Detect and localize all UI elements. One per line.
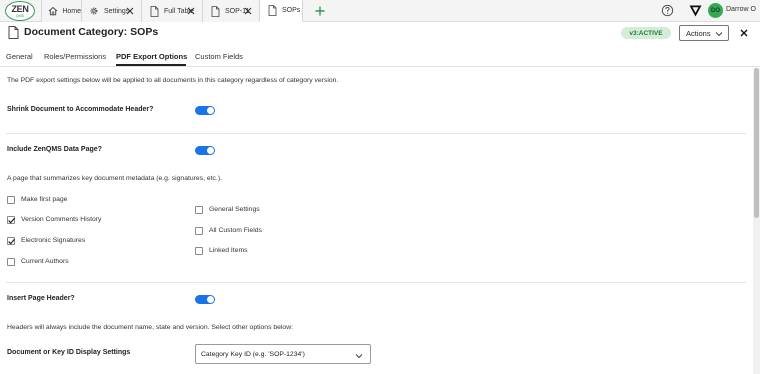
document-icon [8,26,19,39]
brand-v-icon[interactable] [688,3,703,18]
header-description: Headers will always include the document… [7,324,294,331]
tab-general[interactable]: General [6,52,33,61]
all-custom-fields-label: All Custom Fields [209,227,262,234]
shrink-document-label: Shrink Document to Accommodate Header? [7,106,154,113]
close-icon[interactable] [124,5,136,17]
pdf-export-settings-panel: The PDF export settings below will be ap… [0,68,752,374]
electronic-signatures-checkbox[interactable] [7,237,16,245]
section-divider [6,133,746,134]
tab-custom-fields[interactable]: Custom Fields [195,52,243,61]
tab-sops[interactable]: SOPs [259,0,303,22]
tab-sop-11[interactable]: SOP-11 [202,0,259,22]
status-badge: v3:ACTIVE [621,27,671,39]
document-icon [209,5,221,17]
new-tab-plus-icon[interactable] [312,3,328,19]
make-first-page-label: Make first page [21,196,68,203]
linked-items-label: Linked Items [209,247,248,254]
tab-pdf-export-options[interactable]: PDF Export Options [116,52,187,61]
gear-icon [88,5,100,17]
make-first-page-checkbox[interactable] [7,196,15,204]
include-data-page-label: Include ZenQMS Data Page? [7,146,102,153]
content-scrollbar[interactable] [753,68,760,374]
help-icon[interactable] [661,4,674,17]
tab-settings[interactable]: Settings [81,0,141,22]
tab-sops-label: SOPs [282,7,301,14]
insert-page-header-toggle[interactable] [195,295,215,304]
include-data-page-toggle[interactable] [195,146,215,155]
tab-home-label: Home [62,7,81,15]
tab-roles-permissions[interactable]: Roles/Permissions [44,52,106,61]
display-settings-label: Document or Key ID Display Settings [7,349,131,356]
actions-button[interactable]: Actions [679,25,729,41]
chevron-down-icon [355,352,363,360]
user-avatar[interactable]: DO [708,3,723,18]
toggle-knob [207,147,214,154]
electronic-signatures-label: Electronic Signatures [21,237,86,244]
toggle-knob [207,107,214,114]
current-authors-label: Current Authors [21,258,69,265]
section-divider [6,282,746,283]
document-icon [148,5,160,17]
linked-items-checkbox[interactable] [195,247,203,255]
version-comments-history-checkbox[interactable] [7,216,16,224]
key-id-display-select[interactable]: Category Key ID (e.g. 'SOP-1234') [195,344,371,364]
actions-button-label: Actions [686,28,711,38]
subtab-bar: General Roles/Permissions PDF Export Opt… [0,48,760,67]
close-icon[interactable] [185,5,197,17]
data-page-description: A page that summarizes key document meta… [7,175,222,182]
page-title: Document Category: SOPs [24,26,159,38]
active-tab-indicator [116,64,186,66]
general-settings-checkbox[interactable] [195,206,203,214]
zenqms-logo[interactable]: ZEN QMS [5,1,35,21]
user-name[interactable]: Darrow O [726,6,756,13]
tab-full-table[interactable]: Full Table [141,0,202,22]
top-bar: ZEN QMS Home Settings Full Table SOP-11 [0,0,760,22]
scrollbar-thumb[interactable] [754,68,759,218]
checkmark-icon [8,238,16,245]
tab-home[interactable]: Home [41,0,81,22]
home-icon [48,5,58,17]
general-settings-label: General Settings [209,206,260,213]
intro-text: The PDF export settings below will be ap… [7,77,339,84]
document-icon [266,5,278,17]
shrink-document-toggle[interactable] [195,106,215,115]
version-comments-history-label: Version Comments History [21,216,102,223]
insert-page-header-label: Insert Page Header? [7,295,75,302]
toggle-knob [207,296,214,303]
logo-subtext: QMS [16,13,24,18]
current-authors-checkbox[interactable] [7,258,15,266]
chevron-down-icon [715,30,723,38]
logo-text: ZEN [11,3,29,14]
all-custom-fields-checkbox[interactable] [195,227,203,235]
close-icon[interactable] [739,28,749,38]
checkmark-icon [8,217,16,224]
close-icon[interactable] [242,5,254,17]
key-id-display-value: Category Key ID (e.g. 'SOP-1234') [201,351,305,358]
